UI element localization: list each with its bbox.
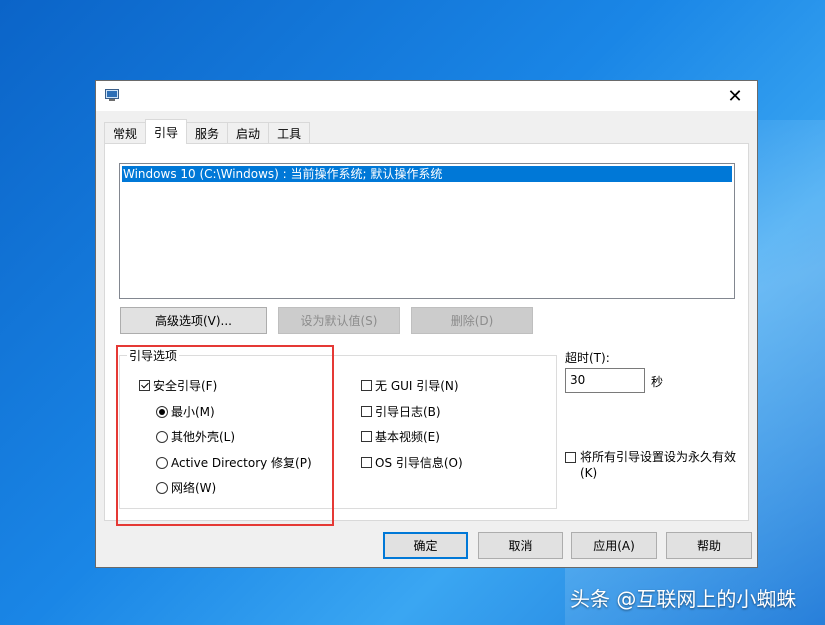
tab-services[interactable]: 服务 (186, 122, 229, 144)
annotation-highlight-box (116, 345, 334, 526)
os-list[interactable]: Windows 10 (C:\Windows) : 当前操作系统; 默认操作系统 (119, 163, 735, 299)
boot-log-label: 引导日志(B) (375, 405, 441, 419)
advanced-options-button[interactable]: 高级选项(V)... (120, 307, 267, 334)
apply-button[interactable]: 应用(A) (571, 532, 657, 559)
tab-boot[interactable]: 引导 (145, 119, 188, 144)
checkbox-unchecked-icon (361, 380, 372, 391)
base-video-checkbox[interactable]: 基本视频(E) (361, 428, 440, 445)
base-video-label: 基本视频(E) (375, 430, 440, 444)
tab-startup[interactable]: 启动 (227, 122, 270, 144)
checkbox-unchecked-icon (361, 431, 372, 442)
checkbox-unchecked-icon (361, 406, 372, 417)
watermark-text: 头条 @互联网上的小蜘蛛 (570, 587, 797, 611)
timeout-input[interactable]: 30 (565, 368, 645, 393)
ok-button[interactable]: 确定 (383, 532, 468, 559)
close-icon[interactable]: ✕ (713, 81, 757, 111)
help-button[interactable]: 帮助 (666, 532, 752, 559)
checkbox-unchecked-icon (361, 457, 372, 468)
msconfig-icon (105, 89, 119, 101)
tab-tools[interactable]: 工具 (268, 122, 311, 144)
os-list-item-selected[interactable]: Windows 10 (C:\Windows) : 当前操作系统; 默认操作系统 (122, 166, 732, 182)
checkbox-unchecked-icon (565, 452, 576, 463)
os-boot-info-checkbox[interactable]: OS 引导信息(O) (361, 454, 463, 471)
delete-button[interactable]: 删除(D) (411, 307, 533, 334)
cancel-button[interactable]: 取消 (478, 532, 563, 559)
no-gui-boot-label: 无 GUI 引导(N) (375, 379, 459, 393)
make-permanent-label: 将所有引导设置设为永久有效(K) (580, 450, 737, 480)
set-default-button[interactable]: 设为默认值(S) (278, 307, 400, 334)
tab-general[interactable]: 常规 (104, 122, 147, 144)
make-permanent-checkbox[interactable]: 将所有引导设置设为永久有效(K) (565, 449, 745, 481)
timeout-label: 超时(T): (565, 351, 610, 365)
timeout-unit: 秒 (651, 375, 664, 389)
boot-log-checkbox[interactable]: 引导日志(B) (361, 403, 441, 420)
no-gui-boot-checkbox[interactable]: 无 GUI 引导(N) (361, 377, 459, 394)
os-boot-info-label: OS 引导信息(O) (375, 456, 463, 470)
title-bar: ✕ (96, 81, 757, 111)
tab-bar: 常规 引导 服务 启动 工具 (104, 119, 311, 144)
